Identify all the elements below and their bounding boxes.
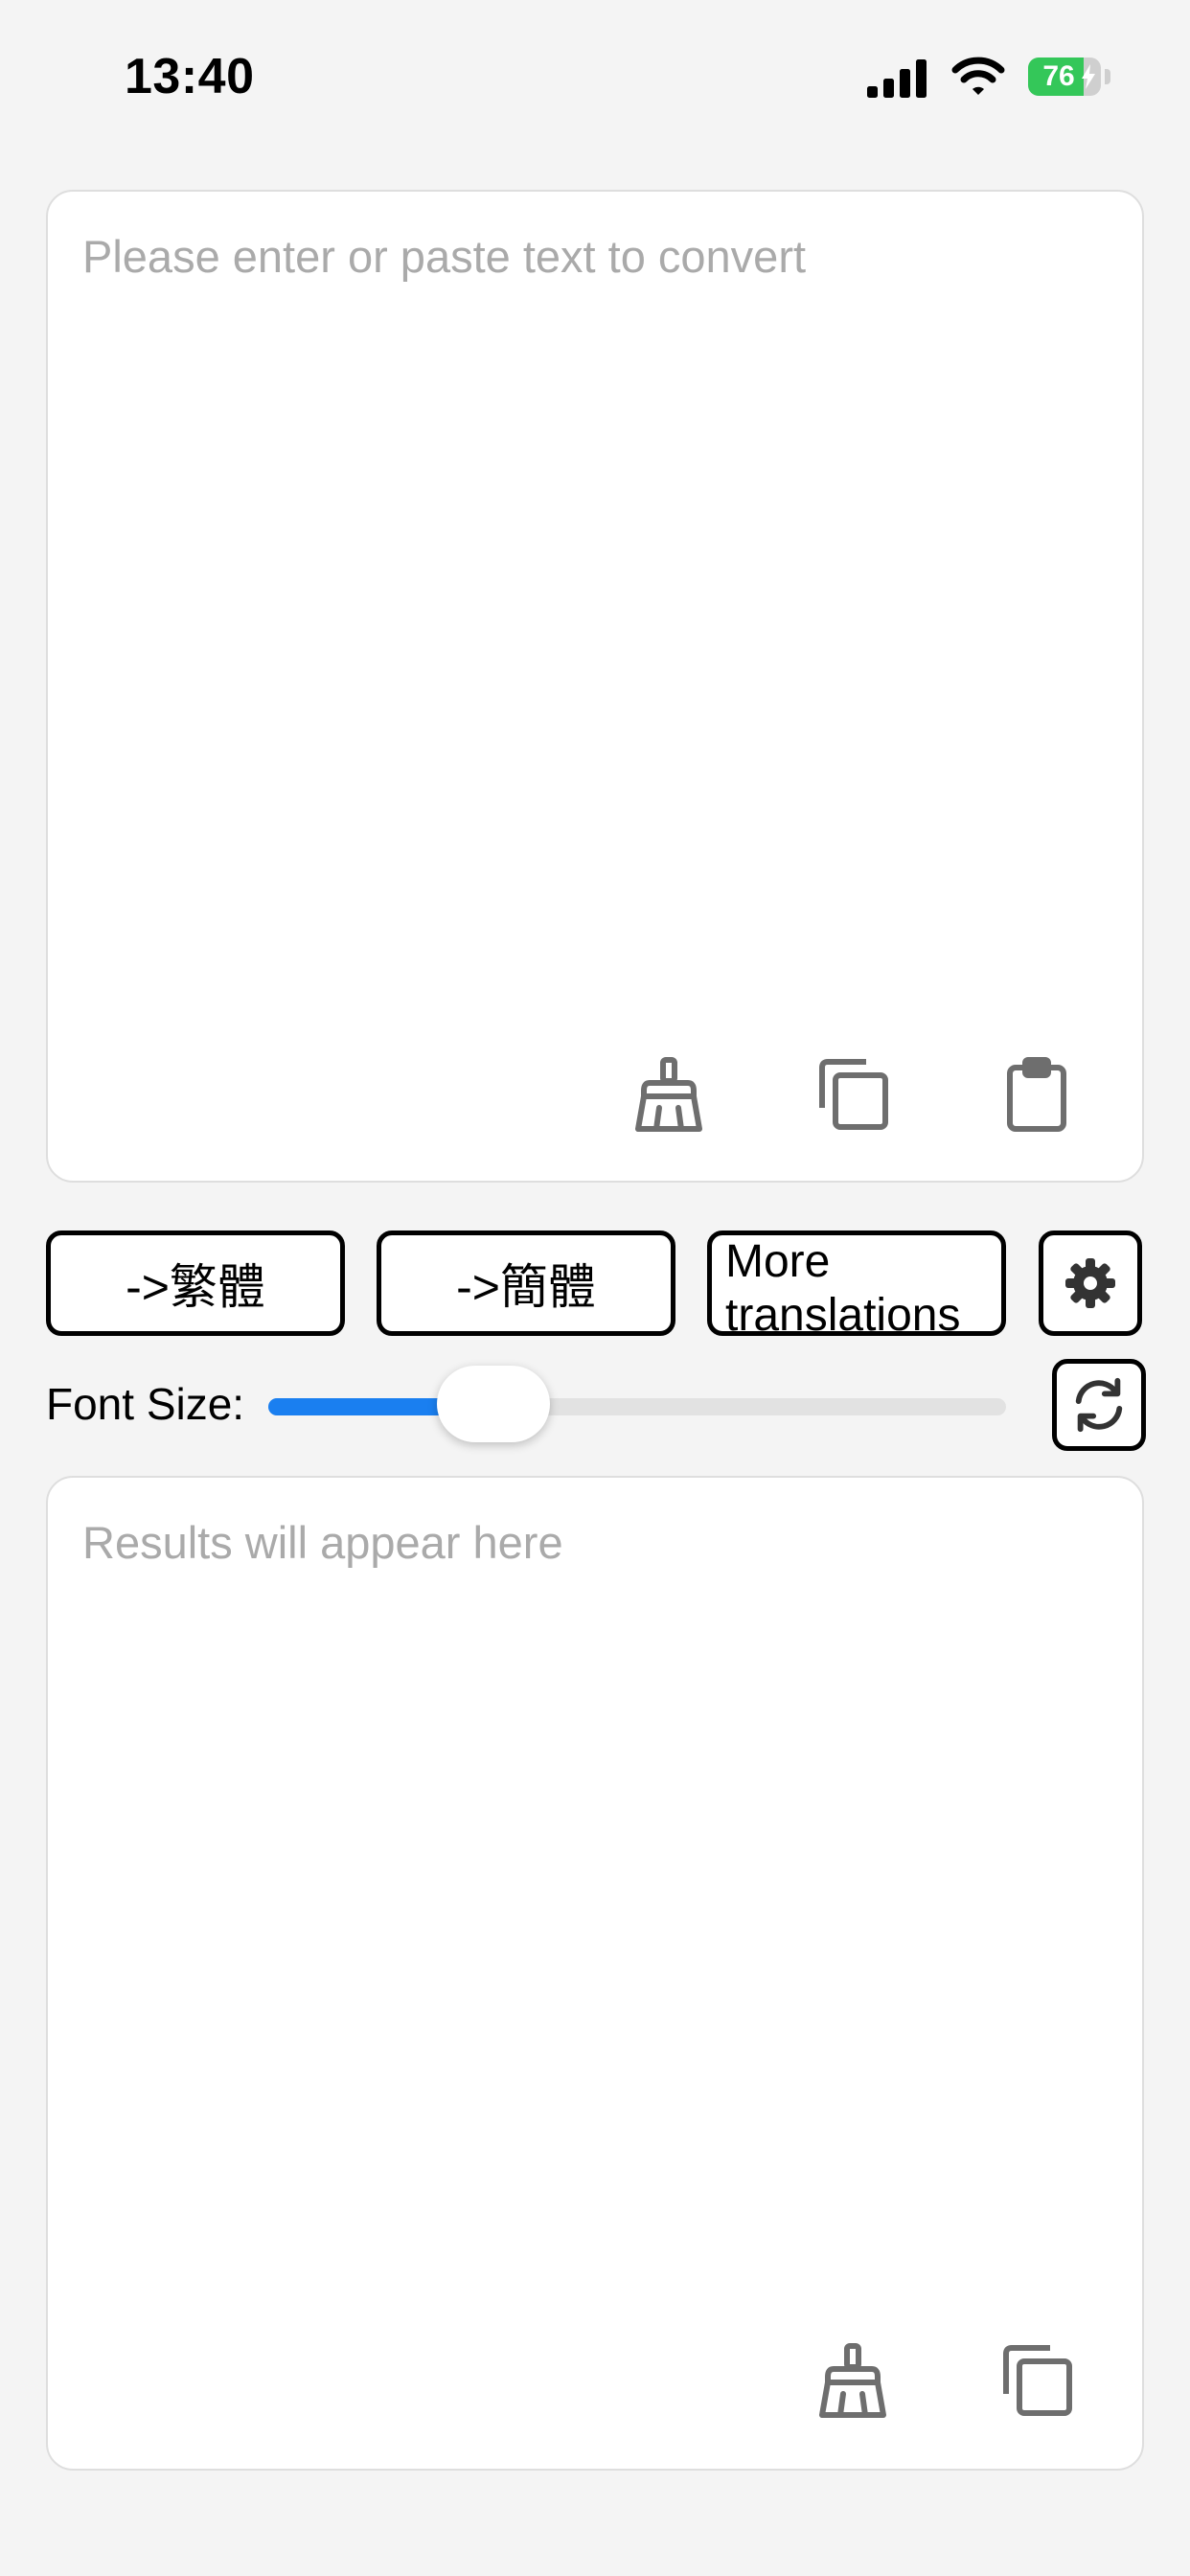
wifi-icon	[951, 57, 1005, 95]
signal-icon	[867, 59, 927, 98]
copy-input-button[interactable]	[807, 1048, 899, 1140]
battery-icon: 76	[1028, 58, 1101, 96]
gear-icon	[1065, 1258, 1115, 1308]
to-simplified-button[interactable]: ->簡體	[377, 1230, 675, 1336]
more-translations-label: More translations	[725, 1236, 961, 1336]
input-textarea[interactable]	[82, 230, 1108, 1046]
broom-icon	[819, 2343, 886, 2418]
paste-button[interactable]	[991, 1048, 1083, 1140]
battery-cap	[1105, 69, 1110, 84]
status-time: 13:40	[125, 49, 255, 104]
font-size-label: Font Size:	[46, 1379, 245, 1429]
clipboard-icon	[1007, 1057, 1066, 1132]
more-translations-button[interactable]: More translations	[707, 1230, 1006, 1336]
copy-result-button[interactable]	[991, 2334, 1083, 2426]
app-screen: 13:40 76 Please enter or paste text to c…	[0, 0, 1190, 2576]
input-panel	[46, 190, 1144, 1183]
clear-input-button[interactable]	[623, 1048, 715, 1140]
font-size-slider[interactable]	[268, 1366, 1006, 1442]
to-traditional-button[interactable]: ->繁體	[46, 1230, 345, 1336]
copy-icon	[1003, 2345, 1072, 2416]
broom-icon	[635, 1057, 702, 1132]
result-panel	[46, 1476, 1144, 2471]
slider-thumb[interactable]	[437, 1366, 550, 1442]
refresh-button[interactable]	[1052, 1359, 1146, 1451]
copy-icon	[819, 1059, 888, 1130]
charging-bolt-icon	[1082, 64, 1095, 89]
result-textarea[interactable]	[82, 1516, 1108, 2334]
settings-button[interactable]	[1039, 1230, 1142, 1336]
to-simplified-label: ->簡體	[456, 1260, 596, 1314]
refresh-icon	[1075, 1377, 1123, 1433]
to-traditional-label: ->繁體	[126, 1260, 265, 1314]
clear-result-button[interactable]	[807, 2334, 899, 2426]
